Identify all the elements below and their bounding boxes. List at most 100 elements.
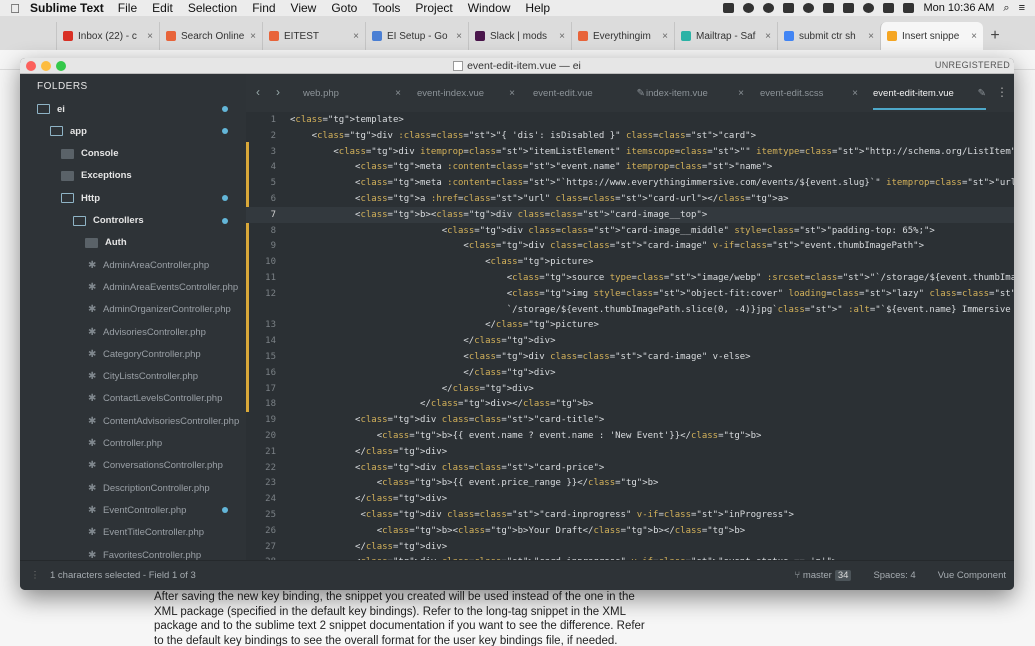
close-tab-icon[interactable]: × <box>147 31 153 42</box>
sidebar-folder[interactable]: app <box>50 120 87 142</box>
editor-tab[interactable]: event-edit-item.vue ✎ <box>873 74 986 112</box>
sidebar-folder[interactable]: Console <box>61 143 118 165</box>
sidebar-file[interactable]: ✱ Controller.php <box>88 433 162 455</box>
menu-item-file[interactable]: File <box>118 1 137 15</box>
menu-item-window[interactable]: Window <box>468 1 511 15</box>
modified-dot-icon <box>222 195 228 202</box>
menu-item-goto[interactable]: Goto <box>331 1 357 15</box>
sidebar-file[interactable]: ✱ ContactLevelsController.php <box>88 388 222 410</box>
browser-tab[interactable]: Slack | mods × <box>468 22 571 50</box>
close-tab-icon[interactable]: × <box>971 31 977 42</box>
wifi-icon[interactable] <box>863 3 875 13</box>
menu-item-help[interactable]: Help <box>525 1 550 15</box>
zoom-window-button[interactable] <box>56 61 66 71</box>
browser-tab[interactable]: EI Setup - Go × <box>365 22 468 50</box>
selection-status: 1 characters selected - Field 1 of 3 <box>50 570 196 581</box>
close-tab-icon[interactable]: × <box>456 31 462 42</box>
sidebar-folder[interactable]: Exceptions <box>61 165 132 187</box>
browser-tab[interactable]: EITEST × <box>262 22 365 50</box>
menu-item-tools[interactable]: Tools <box>372 1 400 15</box>
sidebar-folder[interactable]: ei <box>37 98 65 120</box>
browser-tabbar: Inbox (22) - c × Search Online × EITEST × EI S… <box>0 16 1035 50</box>
dirty-pencil-icon[interactable]: ✎ <box>637 88 645 99</box>
airplay-icon[interactable] <box>823 3 835 13</box>
sidebar-file[interactable]: ✱ ContentAdvisoriesController.php <box>88 410 239 432</box>
editor-tab[interactable]: event-index.vue × <box>417 74 515 112</box>
app-menu[interactable]: Sublime Text <box>30 1 104 15</box>
menu-item-project[interactable]: Project <box>415 1 452 15</box>
close-tab-icon[interactable]: × <box>868 31 874 42</box>
code-text: <class="tg">b>{{ event.name ? event.name… <box>290 431 762 441</box>
editor-tab[interactable]: event-edit.vue ✎ <box>533 74 645 112</box>
close-tab-icon[interactable]: × <box>250 31 256 42</box>
article-text: After saving the new key binding, the sn… <box>154 591 645 646</box>
sidebar-folder[interactable]: Controllers <box>73 210 144 232</box>
line-number: 21 <box>265 446 276 457</box>
sidebar-file[interactable]: ✱ DescriptionController.php <box>88 477 210 499</box>
indentation-setting[interactable]: Spaces: 4 <box>873 570 915 581</box>
cloud-icon[interactable] <box>803 3 815 13</box>
menu-item-view[interactable]: View <box>291 1 317 15</box>
sidebar-file[interactable]: ✱ AdminOrganizerController.php <box>88 299 231 321</box>
sidebar-folder[interactable]: Http <box>61 187 100 209</box>
tray-icon[interactable] <box>743 3 755 13</box>
editor-tab[interactable]: index-item.vue × <box>646 74 744 112</box>
clock[interactable]: Mon 10:36 AM <box>923 2 994 14</box>
volume-icon[interactable] <box>883 3 895 13</box>
close-tab-icon[interactable]: × <box>395 88 401 99</box>
tray-icon[interactable] <box>783 3 795 13</box>
sidebar-file[interactable]: ✱ EventController.php <box>88 499 186 521</box>
file-icon: ✱ <box>88 393 97 405</box>
menu-item-find[interactable]: Find <box>252 1 275 15</box>
close-window-button[interactable] <box>26 61 36 71</box>
tray-icon[interactable] <box>723 3 735 13</box>
close-tab-icon[interactable]: × <box>738 88 744 99</box>
forward-icon[interactable]: › <box>276 85 280 99</box>
dirty-pencil-icon[interactable]: ✎ <box>978 88 986 99</box>
close-tab-icon[interactable]: × <box>353 31 359 42</box>
sidebar-file[interactable]: ✱ ConversationsController.php <box>88 455 223 477</box>
git-branch[interactable]: ⑂ master 34 <box>794 570 852 581</box>
tab-menu-icon[interactable]: ⋮ <box>996 85 1008 99</box>
sidebar-folder[interactable]: Auth <box>85 232 127 254</box>
close-tab-icon[interactable]: × <box>559 31 565 42</box>
browser-tab[interactable]: Search Online × <box>159 22 262 50</box>
control-center-icon[interactable]: ≡ <box>1019 2 1025 14</box>
close-tab-icon[interactable]: × <box>765 31 771 42</box>
syntax-selector[interactable]: Vue Component <box>938 570 1006 581</box>
sidebar-file[interactable]: ✱ CategoryController.php <box>88 343 201 365</box>
back-icon[interactable]: ‹ <box>256 85 260 99</box>
close-tab-icon[interactable]: × <box>852 88 858 99</box>
editor-tab-label: event-edit.vue <box>533 87 593 99</box>
menu-item-edit[interactable]: Edit <box>152 1 173 15</box>
minimize-window-button[interactable] <box>41 61 51 71</box>
sidebar-file[interactable]: ✱ EventTitleController.php <box>88 522 204 544</box>
file-icon: ✱ <box>88 527 97 539</box>
editor-tab[interactable]: web.php × <box>303 74 401 112</box>
browser-tab[interactable]: Insert snippe × <box>880 22 983 50</box>
code-editor[interactable]: 1 <class="tg">template> 2 <class="tg">div … <box>246 112 1014 560</box>
code-text: <class="tg">source type=class="st">"imag… <box>290 273 1014 283</box>
bluetooth-icon[interactable] <box>843 3 855 13</box>
sidebar-file[interactable]: ✱ AdvisoriesController.php <box>88 321 206 343</box>
browser-tab[interactable]: Mailtrap - Saf × <box>674 22 777 50</box>
sidebar-file[interactable]: ✱ AdminAreaEventsController.php <box>88 276 238 298</box>
new-tab-button[interactable]: + <box>983 22 1007 50</box>
spotlight-search-icon[interactable]: ⌕ <box>1003 2 1009 15</box>
close-tab-icon[interactable]: × <box>662 31 668 42</box>
close-tab-icon[interactable]: × <box>509 88 515 99</box>
file-icon: ✱ <box>88 371 97 383</box>
favicon-icon <box>578 31 588 41</box>
browser-tab[interactable]: Inbox (22) - c × <box>56 22 159 50</box>
tray-icon[interactable] <box>763 3 775 13</box>
sidebar-file[interactable]: ✱ FavoritesController.php <box>88 544 201 561</box>
apple-menu-icon[interactable]:  <box>0 1 30 16</box>
sidebar-toggle-icon[interactable]: ⋮ <box>20 570 50 581</box>
battery-icon[interactable] <box>903 3 915 13</box>
browser-tab[interactable]: Everythingim × <box>571 22 674 50</box>
sidebar-file[interactable]: ✱ CityListsController.php <box>88 366 198 388</box>
menu-item-selection[interactable]: Selection <box>188 1 237 15</box>
sidebar-file[interactable]: ✱ AdminAreaController.php <box>88 254 209 276</box>
editor-tab[interactable]: event-edit.scss × <box>760 74 858 112</box>
browser-tab[interactable]: submit ctr sh × <box>777 22 880 50</box>
